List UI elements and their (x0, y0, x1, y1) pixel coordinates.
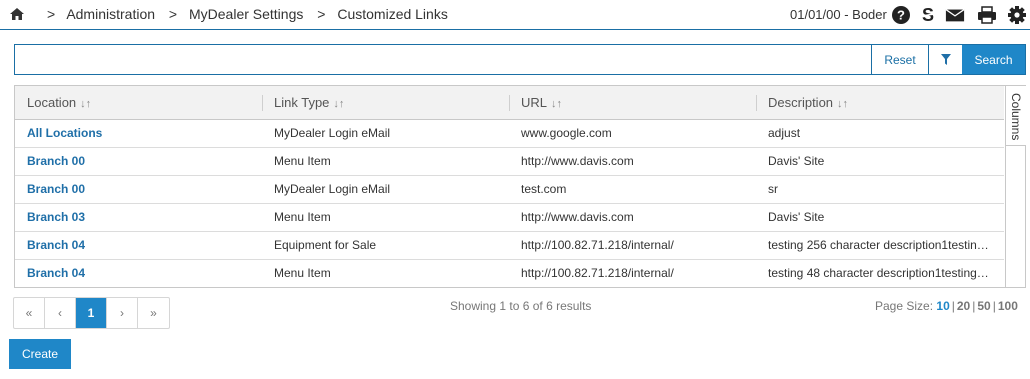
breadcrumb-mydealer-settings[interactable]: MyDealer Settings (189, 6, 303, 22)
location-cell: Branch 04 (15, 259, 262, 287)
search-button[interactable]: Search (962, 45, 1025, 74)
reset-button[interactable]: Reset (871, 45, 928, 74)
page-size-20[interactable]: 20 (957, 299, 970, 313)
location-cell: Branch 00 (15, 175, 262, 204)
prev-page-button[interactable]: ‹ (45, 298, 76, 328)
results-summary: Showing 1 to 6 of 6 results (450, 299, 592, 313)
table-row: Branch 04 Equipment for Sale http://100.… (15, 231, 1004, 260)
location-cell: All Locations (15, 119, 262, 148)
page-1-button[interactable]: 1 (76, 298, 107, 328)
create-button[interactable]: Create (9, 339, 71, 369)
location-cell: Branch 03 (15, 203, 262, 232)
search-bar: Reset Search (14, 44, 1026, 75)
description-cell: testing 256 character description1testin… (756, 231, 1004, 260)
column-divider (509, 95, 510, 111)
last-page-button[interactable]: » (138, 298, 169, 328)
table-row: Branch 04 Menu Item http://100.82.71.218… (15, 259, 1004, 287)
link-type-cell: MyDealer Login eMail (262, 119, 509, 148)
breadcrumb-administration[interactable]: Administration (66, 6, 155, 22)
top-bar: > Administration > MyDealer Settings > C… (0, 0, 1030, 30)
sort-icon: ↓↑ (837, 97, 849, 110)
filter-icon (940, 54, 951, 65)
page-size-label: Page Size: (875, 299, 934, 313)
description-cell: Davis' Site (756, 147, 1004, 176)
url-cell: http://100.82.71.218/internal/ (521, 266, 674, 281)
location-cell: Branch 04 (15, 231, 262, 260)
url-cell: http://www.davis.com (509, 203, 756, 232)
page-size-separator: | (992, 299, 996, 313)
page-size-10[interactable]: 10 (936, 299, 949, 313)
sort-icon: ↓↑ (333, 97, 345, 110)
link-type-cell: Menu Item (274, 266, 331, 281)
location-link[interactable]: Branch 00 (27, 182, 85, 196)
location-cell: Branch 00 (15, 147, 262, 176)
help-icon[interactable]: ? (891, 5, 911, 25)
table-header-row: Location ↓↑ Link Type ↓↑ URL ↓↑ Description… (15, 86, 1004, 120)
link-type-cell: MyDealer Login eMail (262, 175, 509, 204)
location-link[interactable]: Branch 03 (27, 210, 85, 224)
first-page-button[interactable]: « (14, 298, 45, 328)
column-header-label: Link Type (274, 94, 330, 110)
page-size-50[interactable]: 50 (977, 299, 990, 313)
location-link[interactable]: Branch 04 (27, 238, 85, 252)
column-divider (262, 95, 263, 111)
link-type-cell: Menu Item (262, 147, 509, 176)
description-cell: adjust (756, 119, 1004, 148)
next-page-button[interactable]: › (107, 298, 138, 328)
column-divider (756, 95, 757, 111)
location-link[interactable]: Branch 00 (27, 154, 85, 168)
breadcrumb-separator: > (47, 6, 56, 22)
description-cell: Davis' Site (756, 203, 1004, 232)
breadcrumb: > Administration > MyDealer Settings > C… (47, 6, 458, 22)
description-cell: testing 48 character description1testing… (768, 266, 1004, 281)
location-link[interactable]: Branch 04 (27, 266, 85, 280)
page-size-separator: | (951, 299, 955, 313)
column-header-description[interactable]: Description ↓↑ (756, 86, 1004, 120)
table-row: Branch 00 MyDealer Login eMail test.com … (15, 175, 1004, 204)
s-brand-icon[interactable]: S (918, 5, 938, 25)
url-cell: www.google.com (509, 119, 756, 148)
column-header-label: Location (27, 94, 77, 110)
sort-icon: ↓↑ (80, 97, 92, 110)
home-icon[interactable] (9, 7, 25, 21)
sort-icon: ↓↑ (551, 97, 563, 110)
url-cell: http://100.82.71.218/internal/ (509, 231, 756, 260)
gear-icon[interactable] (1007, 5, 1027, 25)
column-header-location[interactable]: Location ↓↑ (15, 86, 262, 120)
breadcrumb-customized-links: Customized Links (337, 6, 448, 22)
page-size-100[interactable]: 100 (998, 299, 1018, 313)
table-row: All Locations MyDealer Login eMail www.g… (15, 119, 1004, 148)
url-cell: http://www.davis.com (509, 147, 756, 176)
breadcrumb-separator: > (168, 6, 178, 22)
mail-icon[interactable] (945, 5, 965, 25)
column-header-label: URL (521, 94, 548, 110)
search-input[interactable] (15, 45, 871, 74)
customized-links-table: Location ↓↑ Link Type ↓↑ URL ↓↑ Description… (14, 85, 1026, 288)
grid-right-strip (1005, 146, 1026, 287)
print-icon[interactable] (977, 5, 997, 25)
column-header-link-type[interactable]: Link Type ↓↑ (262, 86, 509, 120)
columns-tab-label: Columns (1009, 93, 1023, 141)
pagination: « ‹ 1 › » (13, 297, 170, 329)
svg-text:?: ? (897, 8, 905, 23)
page-size-separator: | (972, 299, 976, 313)
link-type-cell: Menu Item (262, 203, 509, 232)
url-cell: test.com (509, 175, 756, 204)
breadcrumb-separator: > (317, 6, 326, 22)
description-cell: sr (756, 175, 1004, 204)
location-link[interactable]: All Locations (27, 126, 102, 140)
table-row: Branch 00 Menu Item http://www.davis.com… (15, 147, 1004, 176)
link-type-cell: Equipment for Sale (262, 231, 509, 260)
filter-button[interactable] (928, 45, 962, 74)
column-header-url[interactable]: URL ↓↑ (509, 86, 756, 120)
date-user-label: 01/01/00 - Boder (790, 7, 887, 22)
columns-toggle-tab[interactable]: Columns (1005, 86, 1026, 146)
table-row: Branch 03 Menu Item http://www.davis.com… (15, 203, 1004, 232)
page-size-selector: Page Size: 10 | 20 | 50 | 100 (875, 299, 1018, 313)
column-header-label: Description (768, 94, 834, 110)
